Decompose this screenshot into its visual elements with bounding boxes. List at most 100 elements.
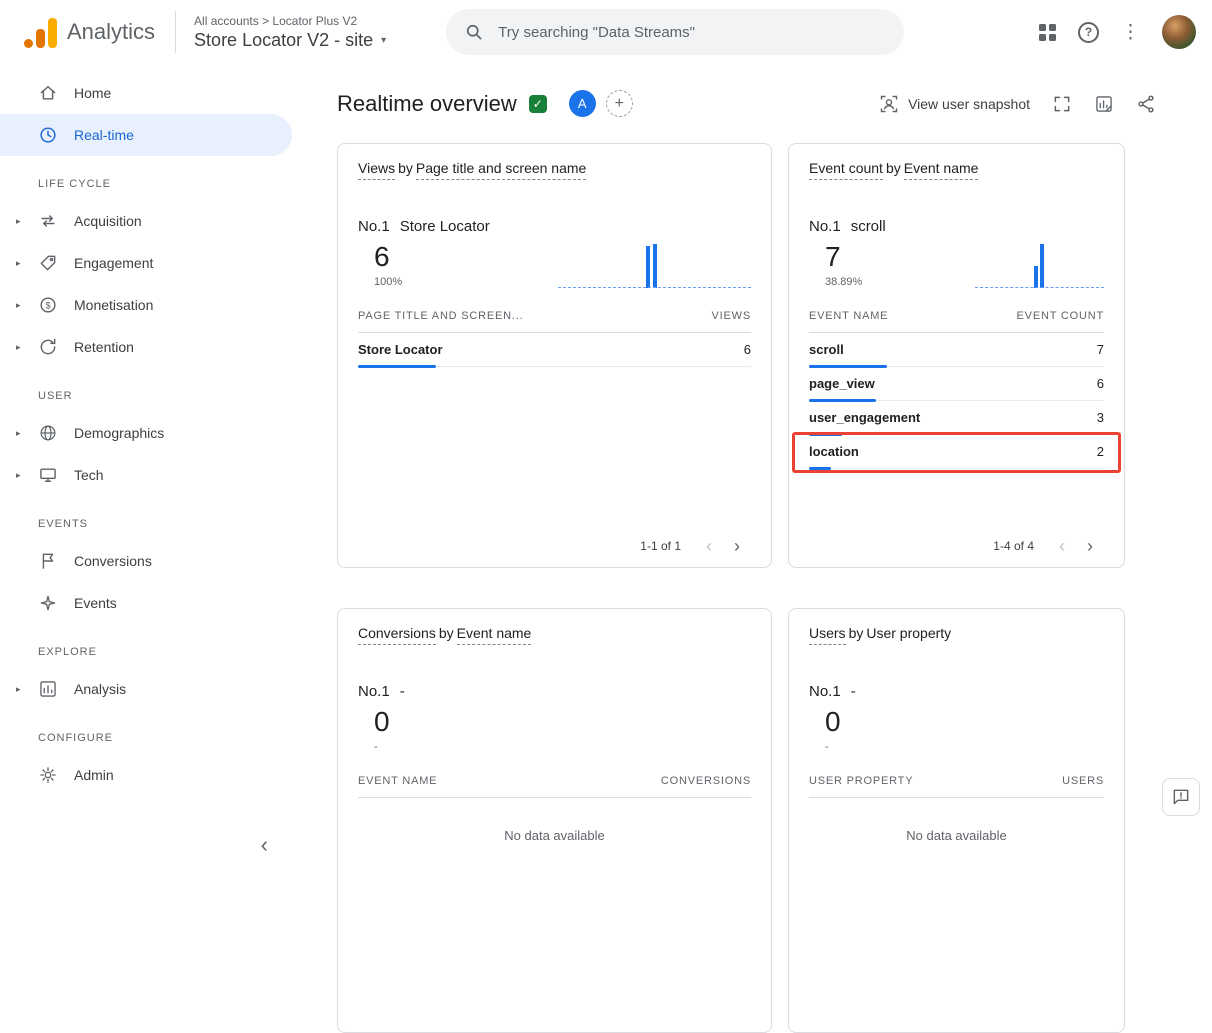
dimension-selector[interactable]: Page title and screen name — [416, 160, 586, 180]
sidebar-section-life-cycle: LIFE CYCLE — [0, 156, 300, 200]
user-avatar[interactable] — [1162, 15, 1196, 49]
sidebar-item-realtime[interactable]: Real-time — [0, 114, 292, 156]
sidebar-item-label: Real-time — [74, 127, 134, 143]
svg-text:$: $ — [45, 300, 50, 310]
sidebar-section-explore: EXPLORE — [0, 624, 300, 668]
next-page-icon[interactable]: › — [1076, 537, 1104, 555]
metric-selector[interactable]: Views — [358, 160, 395, 180]
data-flowing-check-icon: ✓ — [529, 95, 547, 113]
prev-page-icon[interactable]: ‹ — [695, 537, 723, 555]
expand-arrow-icon: ▸ — [16, 342, 38, 353]
table-header: EVENT NAME CONVERSIONS — [358, 753, 751, 798]
retention-refresh-icon — [38, 337, 58, 357]
pagination-label: 1-4 of 4 — [993, 539, 1034, 553]
sidebar-item-label: Acquisition — [74, 213, 142, 229]
row-value: 7 — [1097, 342, 1104, 357]
sidebar-item-demographics[interactable]: ▸ Demographics — [0, 412, 300, 454]
metric-total: 0 — [825, 706, 841, 738]
prev-page-icon[interactable]: ‹ — [1048, 537, 1076, 555]
sidebar-item-label: Monetisation — [74, 297, 153, 313]
top-entry: No.1 scroll — [809, 218, 1104, 235]
property-name: Store Locator V2 - site — [194, 30, 373, 51]
help-button[interactable]: ? — [1078, 22, 1099, 43]
dimension-selector[interactable]: Event name — [904, 160, 979, 180]
table-row[interactable]: scroll 7 — [809, 333, 1104, 367]
sidebar-item-label: Engagement — [74, 255, 153, 271]
report-header: Realtime overview ✓ A + View user snapsh… — [337, 90, 1212, 117]
sidebar-item-retention[interactable]: ▸ Retention — [0, 326, 300, 368]
dimension-selector[interactable]: Event name — [457, 625, 532, 645]
gear-icon — [38, 765, 58, 785]
add-comparison-button[interactable]: + — [606, 90, 633, 117]
dashboards-grid-icon[interactable] — [1039, 24, 1056, 41]
column-header-metric: CONVERSIONS — [661, 775, 751, 787]
collapse-sidebar-button[interactable]: ‹ — [261, 832, 268, 858]
sidebar-item-tech[interactable]: ▸ Tech — [0, 454, 300, 496]
sidebar-item-label: Tech — [74, 467, 104, 483]
user-snapshot-icon — [879, 94, 899, 114]
card-title: ConversionsbyEvent name — [358, 625, 751, 641]
table-header: PAGE TITLE AND SCREEN... VIEWS — [358, 288, 751, 333]
row-value: 6 — [744, 342, 751, 357]
metric-selector[interactable]: Users — [809, 625, 846, 645]
sidebar-item-admin[interactable]: Admin — [0, 754, 300, 796]
home-icon — [38, 83, 58, 103]
expand-arrow-icon: ▸ — [16, 300, 38, 311]
search-icon — [464, 22, 484, 42]
sparkline-chart — [541, 244, 751, 288]
flag-icon — [38, 551, 58, 571]
breadcrumb[interactable]: All accounts > Locator Plus V2 — [194, 14, 386, 28]
top-entry: No.1 - — [809, 683, 1104, 700]
sparkline-chart — [964, 244, 1104, 288]
feedback-button[interactable] — [1162, 778, 1200, 816]
sidebar-item-engagement[interactable]: ▸ Engagement — [0, 242, 300, 284]
column-header-metric: EVENT COUNT — [1017, 310, 1104, 322]
card-users-by-user-property: UsersbyUser property No.1 - 0 - USER PRO… — [788, 608, 1125, 1033]
table-row[interactable]: user_engagement 3 — [809, 401, 1104, 435]
sidebar-nav: Home Real-time LIFE CYCLE ▸ Acquisition … — [0, 64, 300, 864]
card-title: UsersbyUser property — [809, 625, 1104, 641]
metric-percent: - — [374, 741, 390, 753]
property-selector[interactable]: Store Locator V2 - site ▾ — [194, 30, 386, 51]
row-name: page_view — [809, 376, 875, 391]
metric-selector[interactable]: Conversions — [358, 625, 436, 645]
metric-percent: 100% — [374, 276, 402, 288]
customize-report-icon[interactable] — [1094, 94, 1114, 114]
row-value-bar — [809, 467, 831, 470]
brand-name: Analytics — [67, 19, 155, 45]
row-value: 2 — [1097, 444, 1104, 459]
row-value: 3 — [1097, 410, 1104, 425]
sidebar-item-monetisation[interactable]: ▸ $ Monetisation — [0, 284, 300, 326]
analytics-logo-icon[interactable] — [24, 16, 57, 48]
table-row-highlighted[interactable]: location 2 — [809, 435, 1104, 469]
sidebar-item-acquisition[interactable]: ▸ Acquisition — [0, 200, 300, 242]
column-header-dimension: PAGE TITLE AND SCREEN... — [358, 310, 524, 322]
search-bar — [446, 9, 904, 55]
table-header: EVENT NAME EVENT COUNT — [809, 288, 1104, 333]
table-row[interactable]: Store Locator 6 — [358, 333, 751, 367]
share-icon[interactable] — [1136, 94, 1156, 114]
account-property-switcher[interactable]: All accounts > Locator Plus V2 Store Loc… — [194, 14, 386, 51]
sidebar-item-home[interactable]: Home — [0, 72, 300, 114]
sidebar-item-conversions[interactable]: Conversions — [0, 540, 300, 582]
card-grid: ViewsbyPage title and screen name No.1 S… — [337, 143, 1212, 1033]
sidebar-item-analysis[interactable]: ▸ Analysis — [0, 668, 300, 710]
sidebar-item-events[interactable]: Events — [0, 582, 300, 624]
search-input[interactable] — [496, 23, 886, 42]
comparison-a-chip[interactable]: A — [569, 90, 596, 117]
row-value: 6 — [1097, 376, 1104, 391]
top-entry: No.1 Store Locator — [358, 218, 751, 235]
dollar-circle-icon: $ — [38, 295, 58, 315]
dimension-selector[interactable]: User property — [866, 625, 951, 641]
table-row[interactable]: page_view 6 — [809, 367, 1104, 401]
sidebar-item-label: Events — [74, 595, 117, 611]
fullscreen-icon[interactable] — [1052, 94, 1072, 114]
next-page-icon[interactable]: › — [723, 537, 751, 555]
view-user-snapshot-button[interactable]: View user snapshot — [879, 94, 1030, 114]
metric-selector[interactable]: Event count — [809, 160, 883, 180]
rank-label: No.1 — [358, 218, 390, 235]
overflow-menu-icon[interactable]: ⋮ — [1121, 23, 1140, 42]
page-title: Realtime overview — [337, 91, 517, 117]
sidebar-section-events: EVENTS — [0, 496, 300, 540]
page-layout: Home Real-time LIFE CYCLE ▸ Acquisition … — [0, 64, 1212, 864]
